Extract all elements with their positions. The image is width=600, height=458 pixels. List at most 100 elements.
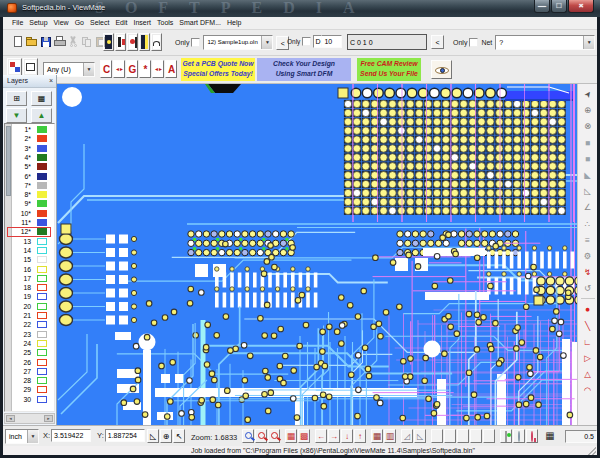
measure-2-button[interactable]: ◺ (414, 429, 426, 443)
line-tool-icon[interactable]: ╲ (580, 318, 596, 334)
layer-row-26[interactable]: 26 (13, 358, 53, 367)
promo-banner-1[interactable]: Get a PCB Quote NowSpecial Offers Today! (181, 58, 255, 81)
layer-row-16[interactable]: 16 (13, 265, 53, 274)
view-toggle-4-button[interactable] (139, 33, 150, 51)
layers-scrollbar[interactable] (5, 124, 12, 411)
net-combo[interactable]: ?▼ (495, 35, 595, 50)
layer-row-24[interactable]: 24 (13, 339, 53, 348)
letter-button-2[interactable]: ◄► (113, 60, 125, 78)
pin-button[interactable] (526, 429, 538, 443)
y-coordinate-field[interactable]: 1.887254 (105, 429, 145, 442)
layer-row-7[interactable]: 7* (13, 181, 53, 190)
dot-red-icon[interactable]: ● (580, 301, 596, 317)
layer-row-19[interactable]: 19 (13, 292, 53, 301)
layer-row-1[interactable]: 1* (13, 125, 53, 134)
break-icon[interactable]: ↯ (580, 264, 596, 280)
x-coordinate-field[interactable]: 3.519422 (51, 429, 91, 442)
menu-go[interactable]: Go (72, 17, 87, 29)
pan-view-button[interactable]: ▩ (298, 429, 310, 443)
menu-select[interactable]: Select (87, 17, 112, 29)
layer-up-button[interactable]: ▲ (31, 108, 52, 123)
layer-row-12[interactable]: 12* (13, 227, 53, 236)
menu-file[interactable]: File (9, 17, 26, 29)
eye-button[interactable] (431, 60, 452, 79)
layer-swap-5-button[interactable] (483, 429, 495, 443)
layer-swap-2-button[interactable] (444, 429, 456, 443)
title-bar[interactable]: SOFTPEDIA Softpedia.bin - ViewMate — □ × (0, 0, 600, 17)
status-light-button[interactable] (500, 429, 512, 443)
view-toggle-2-button[interactable] (115, 33, 126, 51)
layer-row-11[interactable]: 11* (13, 218, 53, 227)
menu-tools[interactable]: Tools (154, 17, 176, 29)
corner-tool-icon[interactable]: ∟ (580, 334, 596, 350)
arc-tool-icon[interactable]: ◠ (580, 382, 596, 398)
view-toggle-1-button[interactable] (103, 33, 114, 51)
highlight-button[interactable] (513, 429, 525, 443)
grid-toggle-button[interactable]: ▥ (384, 429, 396, 443)
pad-mode-button[interactable] (7, 58, 22, 76)
layers-hscrollbar[interactable]: ◄► (4, 413, 55, 424)
pan-down-button[interactable]: ↓ (341, 429, 353, 443)
menu-setup[interactable]: Setup (26, 17, 50, 29)
cut-icon[interactable] (67, 36, 79, 48)
open-folder-icon[interactable] (26, 36, 38, 48)
triangle-right-icon[interactable]: ▷ (580, 350, 596, 366)
layers-panel-close-icon[interactable]: × (49, 77, 53, 85)
rect-filled-2-icon[interactable]: ■ (580, 151, 596, 167)
gear-icon[interactable]: ⚙ (580, 248, 596, 264)
maximize-button[interactable]: □ (551, 0, 567, 13)
window-mode-button[interactable] (23, 58, 38, 76)
only-dcode-checkbox[interactable] (302, 37, 311, 46)
layer-grid-button[interactable]: ▦ (31, 91, 52, 106)
layer-row-9[interactable]: 9* (13, 199, 53, 208)
promo-banner-2[interactable]: Check Your DesignUsing Smart DFM (257, 58, 351, 81)
view-toggle-3-button[interactable] (127, 33, 138, 51)
aperture-table-icon[interactable]: ▦ (543, 429, 557, 443)
menu-smartdfm[interactable]: Smart DFM... (176, 17, 224, 29)
zoom-window-button[interactable] (255, 429, 267, 443)
triangle-outline-icon[interactable]: ◺ (580, 183, 596, 199)
copy-icon[interactable] (81, 36, 93, 48)
pointer-button[interactable]: ↖ (173, 429, 185, 443)
letter-button-6[interactable]: A (165, 60, 177, 78)
letter-button-1[interactable]: C (100, 60, 112, 78)
grid-snap-button[interactable]: ▦ (371, 429, 383, 443)
only-layer-checkbox[interactable] (191, 38, 200, 47)
menu-edit[interactable]: Edit (112, 17, 130, 29)
menu-view[interactable]: View (51, 17, 72, 29)
zoom-previous-button[interactable] (268, 429, 280, 443)
dots-icon[interactable]: ∴ (580, 216, 596, 232)
layer-row-8[interactable]: 8* (13, 190, 53, 199)
close-button[interactable]: × (568, 0, 594, 13)
layer-row-4[interactable]: 4* (13, 153, 53, 162)
layer-row-5[interactable]: 5* (13, 162, 53, 171)
redraw-button[interactable]: ▦ (285, 429, 297, 443)
resize-grip[interactable] (588, 447, 596, 455)
layer-row-30[interactable]: 30 (13, 395, 53, 404)
letter-button-4[interactable]: * (139, 60, 151, 78)
pad-insert-icon[interactable]: ⊕ (580, 102, 596, 118)
measure-button[interactable]: ◿ (401, 429, 413, 443)
layer-row-29[interactable]: 29 (13, 385, 53, 394)
layer-swap-4-button[interactable] (470, 429, 482, 443)
layer-row-21[interactable]: 21 (13, 311, 53, 320)
layer-row-3[interactable]: 3* (13, 144, 53, 153)
promo-banner-3[interactable]: Free CAM ReviewSend Us Your File (357, 58, 421, 81)
pan-right-button[interactable]: → (328, 429, 340, 443)
unit-combo[interactable]: inch▼ (5, 429, 39, 444)
pcb-canvas[interactable] (57, 84, 577, 425)
pan-up-button[interactable]: ↑ (354, 429, 366, 443)
layer-swap-1-button[interactable] (431, 429, 443, 443)
letter-button-3[interactable]: G (126, 60, 138, 78)
layer-combo[interactable]: 12) Sample1up.oln▼ (203, 35, 273, 50)
layer-row-22[interactable]: 22 (13, 320, 53, 329)
layer-row-10[interactable]: 10* (13, 209, 53, 218)
layer-row-17[interactable]: 17 (13, 274, 53, 283)
letter-button-5[interactable]: ◄► (152, 60, 164, 78)
angle-icon[interactable]: ∠ (580, 199, 596, 215)
d-value-field[interactable]: 10 (322, 35, 342, 48)
undo-icon[interactable]: ↺ (580, 280, 596, 296)
layer-row-20[interactable]: 20 (13, 302, 53, 311)
origin-button[interactable]: ⊕ (160, 429, 172, 443)
rect-filled-icon[interactable]: ■ (580, 135, 596, 151)
